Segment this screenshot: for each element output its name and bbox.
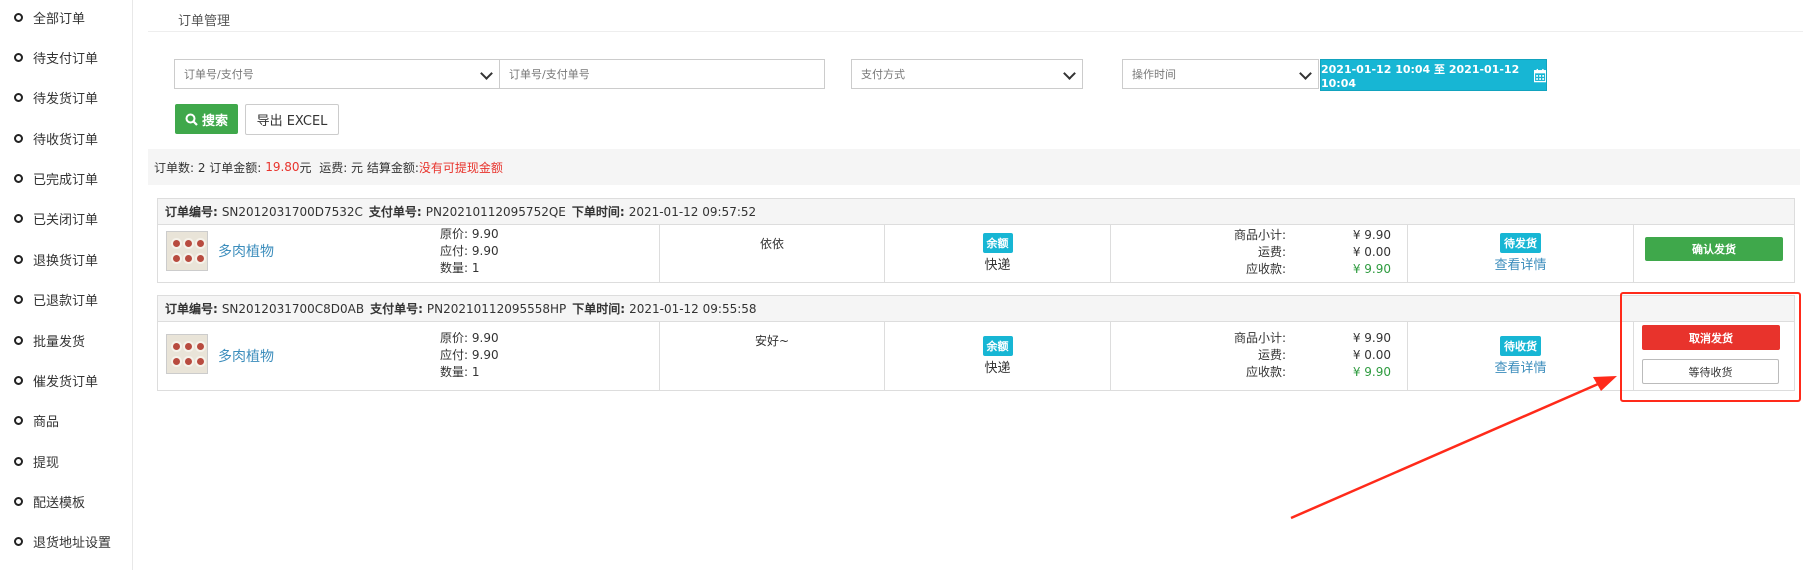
annotation-arrow-icon <box>1290 376 1617 520</box>
